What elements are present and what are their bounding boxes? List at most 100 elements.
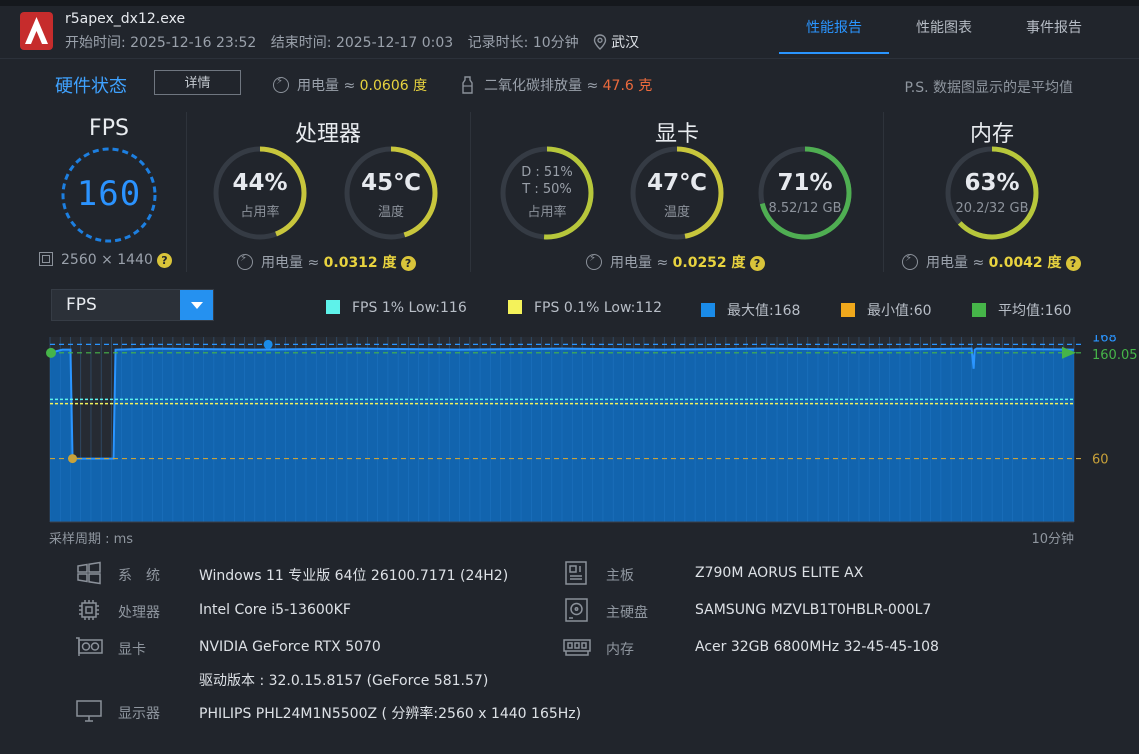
power-icon <box>586 253 602 270</box>
cpu-temp-label: 温度 <box>377 205 404 220</box>
power-icon <box>237 253 253 270</box>
memory-usage-gauge: 63% 20.2/32 GB <box>944 145 1040 241</box>
spec-value: Acer 32GB 6800MHz 32-45-45-108 <box>695 639 939 655</box>
fps-gauge: 160 <box>59 146 159 244</box>
spec-label: 显示器 <box>118 706 160 722</box>
gpu-temp-gauge: 47℃ 温度 <box>629 145 725 241</box>
x-axis-end: 10分钟 <box>1031 532 1074 547</box>
power-icon <box>273 76 289 93</box>
gpu-vram-value: 71% <box>777 170 833 196</box>
gpu-temp-value: 47℃ <box>647 170 707 196</box>
gpu-usage-t: T : 50% <box>522 182 572 197</box>
legend-label: 平均值:160 <box>998 303 1072 319</box>
spec-value: Windows 11 专业版 64位 26100.7171 (24H2) <box>199 568 509 584</box>
cpu-temp-gauge: 45℃ 温度 <box>343 145 439 241</box>
metric-select-value: FPS <box>66 295 97 315</box>
average-note: P.S. 数据图显示的是平均值 <box>904 80 1074 96</box>
cpu-title: 处理器 <box>294 122 361 147</box>
legend-label: 最小值:60 <box>867 303 932 319</box>
legend-label: FPS 0.1% Low:112 <box>534 300 663 316</box>
spec-label: 系 统 <box>118 568 160 584</box>
gpu-usage-gauge: D : 51% T : 50% 占用率 <box>499 145 595 241</box>
hard-disk-icon <box>565 598 588 622</box>
duration: 记录时长: 10分钟 <box>467 35 579 51</box>
x-axis-unit: 采样周期 : ms <box>49 532 134 547</box>
legend-item: 平均值:160 <box>972 300 1071 320</box>
chart-legend: FPS 1% Low:116 FPS 0.1% Low:112 最大值:168 … <box>326 300 1076 320</box>
help-icon[interactable]: ? <box>156 253 172 268</box>
cpu-usage-value: 44% <box>232 170 288 196</box>
co2-label: 二氧化碳排放量 ≈ <box>484 78 599 94</box>
resolution-value: 2560 × 1440 <box>61 252 153 268</box>
memory-title: 内存 <box>969 122 1014 147</box>
report-tabs: 性能报告 性能图表 事件报告 <box>779 6 1109 54</box>
reference-label: 60 <box>1092 453 1109 468</box>
cpu-power-label: 用电量 ≈ <box>261 255 320 271</box>
divider <box>470 112 471 272</box>
fps-chart: 168 160.05 60 <box>0 330 1139 530</box>
resolution: 2560 × 1440? <box>39 252 172 268</box>
help-icon[interactable]: ? <box>1065 256 1081 271</box>
graphics-card-icon <box>76 637 103 656</box>
help-icon[interactable]: ? <box>749 256 765 271</box>
memory-power-value: 0.0042 度 <box>988 255 1062 271</box>
legend-item: FPS 0.1% Low:112 <box>508 300 662 316</box>
spec-value: Intel Core i5-13600KF <box>199 602 351 618</box>
spec-label: 主板 <box>606 568 634 584</box>
windows-icon <box>77 561 101 585</box>
spec-value: SAMSUNG MZVLB1T0HBLR-000L7 <box>695 602 932 618</box>
legend-label: FPS 1% Low:116 <box>352 300 467 316</box>
start-time: 开始时间: 2025-12-16 23:52 <box>65 35 257 51</box>
total-power: 用电量 ≈ 0.0606 度 <box>273 75 427 95</box>
legend-item: FPS 1% Low:116 <box>326 300 467 316</box>
ram-icon <box>563 639 591 656</box>
gpu-power-label: 用电量 ≈ <box>610 255 669 271</box>
max-point <box>263 339 273 349</box>
cpu-power: 用电量 ≈ 0.0312 度? <box>237 252 416 272</box>
spec-label: 显卡 <box>118 642 146 658</box>
co2-bottle-icon <box>462 76 473 94</box>
memory-power-label: 用电量 ≈ <box>926 255 985 271</box>
metric-select[interactable]: FPS <box>51 289 214 321</box>
driver-version: 驱动版本 : 32.0.15.8157 (GeForce 581.57) <box>199 673 489 689</box>
power-icon <box>902 253 918 270</box>
co2-emission: 二氧化碳排放量 ≈ 47.6 克 <box>460 75 652 95</box>
legend-swatch <box>508 300 522 314</box>
header: r5apex_dx12.exe 开始时间: 2025-12-16 23:52 结… <box>0 6 1139 58</box>
reference-label: 168 <box>1092 335 1117 345</box>
legend-label: 最大值:168 <box>727 303 801 319</box>
end-time: 结束时间: 2025-12-17 0:03 <box>270 35 454 51</box>
legend-swatch <box>326 300 340 314</box>
session-meta: 开始时间: 2025-12-16 23:52 结束时间: 2025-12-17 … <box>65 32 649 52</box>
system-specs: 系 统 Windows 11 专业版 64位 26100.7171 (24H2)… <box>0 556 1139 746</box>
header-divider <box>0 58 1139 59</box>
legend-swatch <box>972 303 986 317</box>
tab-performance-chart[interactable]: 性能图表 <box>889 6 999 54</box>
location: 武汉 <box>611 35 640 51</box>
spec-value: Z790M AORUS ELITE AX <box>695 565 864 581</box>
gpu-usage-d: D : 51% <box>521 165 573 180</box>
total-power-value: 0.0606 度 <box>359 78 428 94</box>
gpu-power: 用电量 ≈ 0.0252 度? <box>586 252 765 272</box>
gpu-title: 显卡 <box>654 122 699 147</box>
details-button[interactable]: 详情 <box>154 70 241 95</box>
spec-label: 内存 <box>606 642 634 658</box>
chevron-down-icon[interactable] <box>180 290 213 320</box>
hardware-status-title: 硬件状态 <box>55 76 127 97</box>
tab-performance-report[interactable]: 性能报告 <box>779 6 889 54</box>
cpu-temp-value: 45℃ <box>361 170 421 196</box>
cpu-icon <box>79 600 99 620</box>
motherboard-icon <box>565 561 587 585</box>
gpu-temp-label: 温度 <box>663 205 690 220</box>
tab-event-report[interactable]: 事件报告 <box>999 6 1109 54</box>
total-power-label: 用电量 ≈ <box>297 78 356 94</box>
location-pin-icon <box>593 34 607 50</box>
help-icon[interactable]: ? <box>400 256 416 271</box>
divider <box>186 112 187 272</box>
gpu-usage-label: 占用率 <box>527 205 567 220</box>
legend-swatch <box>701 303 715 317</box>
gpu-vram-detail: 8.52/12 GB <box>768 201 842 216</box>
spec-value: PHILIPS PHL24M1N5500Z ( 分辨率:2560 x 1440 … <box>199 706 582 722</box>
monitor-icon <box>76 700 102 722</box>
hardware-status-bar: 硬件状态 详情 用电量 ≈ 0.0606 度 二氧化碳排放量 ≈ 47.6 克 … <box>55 70 1085 100</box>
